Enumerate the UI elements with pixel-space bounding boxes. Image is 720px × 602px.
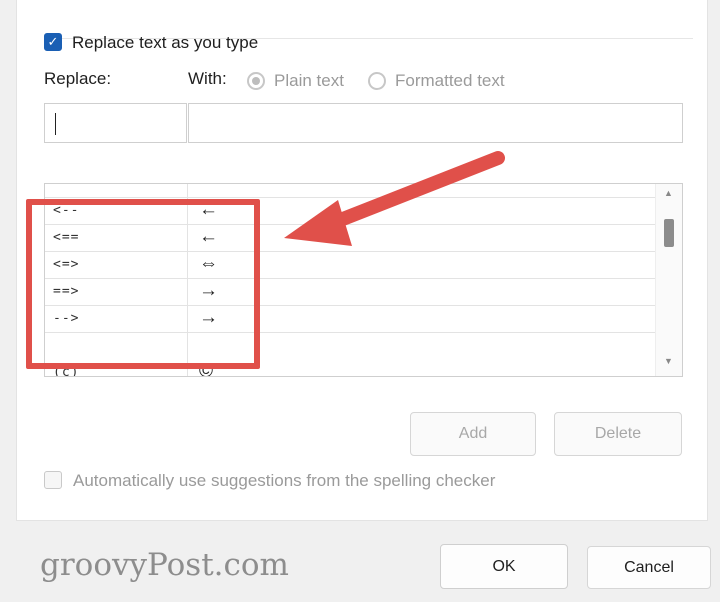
with-input[interactable] <box>188 103 683 143</box>
formatted-text-radio[interactable] <box>368 72 386 90</box>
text-caret <box>55 113 56 135</box>
annotation-highlight-box <box>26 199 260 369</box>
formatted-text-label: Formatted text <box>395 71 505 90</box>
replace-input[interactable] <box>44 103 187 143</box>
plain-text-radio[interactable] <box>247 72 265 90</box>
scrollbar-thumb[interactable] <box>664 219 674 247</box>
entry-with: — <box>199 184 218 194</box>
spelling-suggestions-label: Automatically use suggestions from the s… <box>73 471 496 490</box>
checkmark-icon: ✓ <box>47 34 59 49</box>
delete-button[interactable]: Delete <box>554 412 682 456</box>
entry-replace: -- <box>53 183 71 191</box>
add-button[interactable]: Add <box>410 412 536 456</box>
chevron-up-icon[interactable]: ▲ <box>664 188 673 198</box>
cancel-button[interactable]: Cancel <box>587 546 711 589</box>
chevron-down-icon[interactable]: ▼ <box>664 356 673 366</box>
replace-as-you-type-checkbox[interactable]: ✓ <box>44 33 62 51</box>
plain-text-label: Plain text <box>274 71 344 90</box>
replace-label: Replace: <box>44 69 112 88</box>
with-label: With: <box>188 69 227 88</box>
replace-as-you-type-label: Replace text as you type <box>72 33 259 52</box>
spelling-suggestions-checkbox[interactable] <box>44 471 62 489</box>
ok-button[interactable]: OK <box>440 544 568 589</box>
groovypost-watermark: groovyPost.com <box>40 547 289 583</box>
list-item[interactable]: -- — <box>45 183 657 198</box>
list-scrollbar[interactable]: ▲ ▼ <box>655 184 682 376</box>
